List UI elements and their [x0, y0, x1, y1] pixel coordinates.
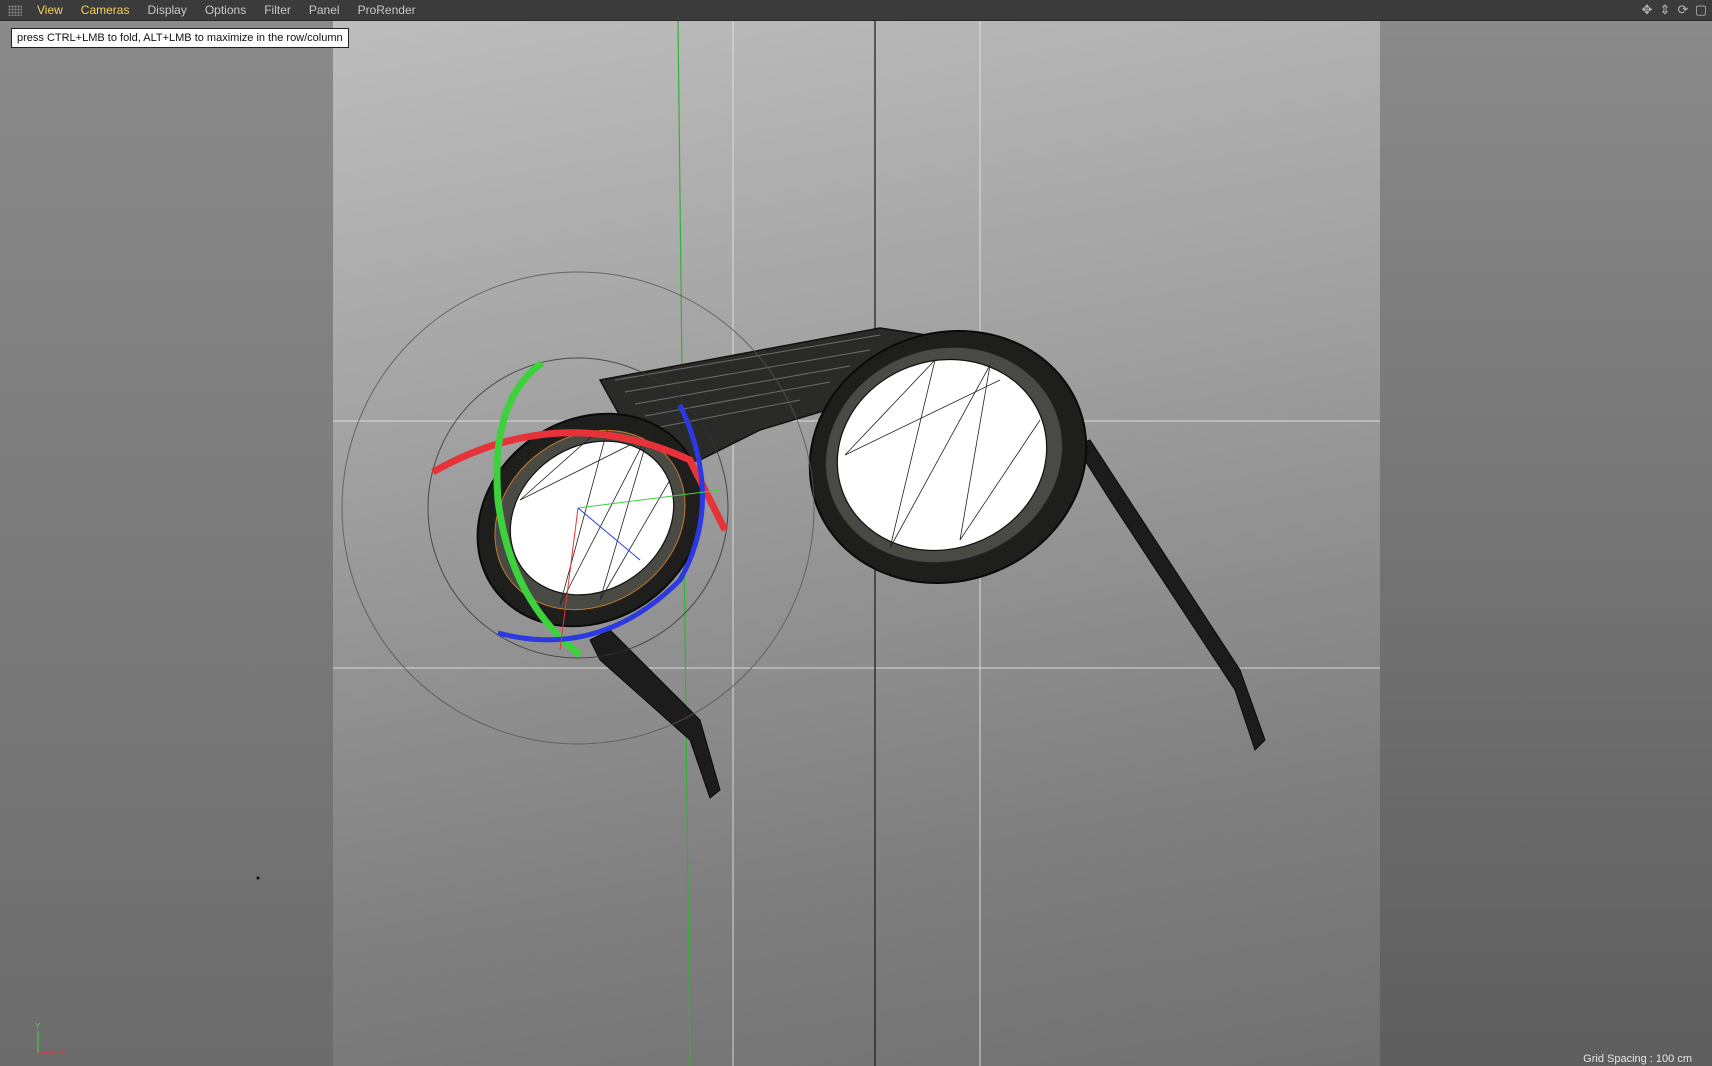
menu-display[interactable]: Display [138, 0, 195, 21]
rotation-gizmo[interactable] [341, 271, 815, 745]
tooltip: press CTRL+LMB to fold, ALT+LMB to maxim… [11, 28, 349, 48]
3d-viewport[interactable]: Y X Grid Spacing : 100 cm [0, 21, 1712, 1066]
scene-point [256, 876, 260, 880]
menu-cameras[interactable]: Cameras [72, 0, 139, 21]
glasses-model[interactable] [436, 293, 1266, 799]
axis-x-label: X [60, 1049, 66, 1058]
move-view-icon[interactable]: ✥ [1640, 2, 1654, 18]
menu-prorender[interactable]: ProRender [349, 0, 425, 21]
menu-filter[interactable]: Filter [255, 0, 300, 21]
menu-options[interactable]: Options [196, 0, 255, 21]
rotate-view-icon[interactable]: ⟳ [1676, 2, 1690, 18]
grid-spacing-label: Grid Spacing : 100 cm [1583, 1053, 1692, 1065]
panel-grip-icon[interactable] [8, 4, 22, 16]
menu-view[interactable]: View [28, 0, 72, 21]
toggle-panel-icon[interactable]: ▢ [1694, 2, 1708, 18]
viewport-nav-icons: ✥ ⇕ ⟳ ▢ [1640, 2, 1708, 18]
menu-panel[interactable]: Panel [300, 0, 349, 21]
viewport-menubar: View Cameras Display Options Filter Pane… [0, 0, 1712, 21]
axis-y-label: Y [35, 1022, 41, 1031]
dolly-view-icon[interactable]: ⇕ [1658, 2, 1672, 18]
world-axis-indicator: Y X [35, 1022, 66, 1058]
scene-canvas[interactable] [0, 21, 1712, 1066]
